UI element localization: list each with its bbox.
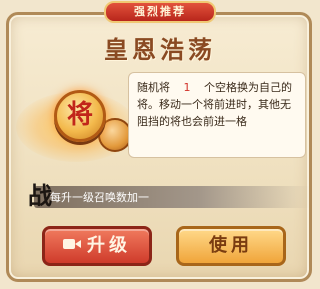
use-button[interactable]: 使用 (176, 226, 286, 266)
chess-piece-illustration: 将 (16, 72, 136, 172)
general-piece-icon: 将 (54, 90, 106, 142)
level-bar-text: 每升一级召唤数加一 (50, 191, 149, 204)
level-bar: 战 每升一级召唤数加一 (10, 180, 310, 214)
description-box: 随机将 1 个空格换为自己的将。移动一个将前进时，其他无阻挡的将也会前进一格 (128, 72, 306, 158)
description-part1: 随机将 (137, 81, 170, 94)
piece-char: 将 (66, 100, 93, 130)
upgrade-button[interactable]: 升级 (42, 226, 152, 266)
card-title: 皇恩浩荡 (104, 35, 216, 64)
description-count: 1 (183, 81, 191, 94)
video-camera-icon (63, 239, 81, 249)
use-label: 使用 (209, 235, 253, 256)
ribbon-label: 强烈推荐 (134, 5, 186, 18)
recommend-ribbon: 强烈推荐 (104, 1, 216, 23)
upgrade-label: 升级 (87, 235, 131, 256)
